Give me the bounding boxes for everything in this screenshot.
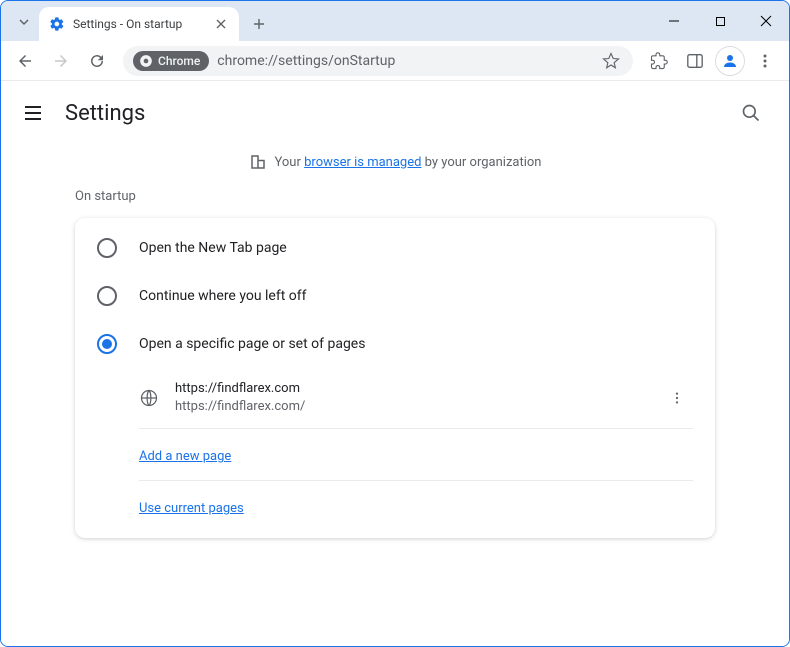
bookmark-button[interactable]: [599, 49, 623, 73]
page-title: Settings: [65, 101, 145, 126]
address-bar[interactable]: Chrome chrome://settings/onStartup: [123, 46, 633, 76]
back-button[interactable]: [9, 45, 41, 77]
forward-button[interactable]: [45, 45, 77, 77]
window-titlebar: Settings - On startup: [1, 1, 789, 41]
radio-label: Open a specific page or set of pages: [139, 336, 365, 352]
new-tab-button[interactable]: [245, 10, 273, 38]
search-settings-button[interactable]: [733, 95, 769, 131]
page-actions-button[interactable]: [661, 382, 693, 414]
close-window-button[interactable]: [743, 1, 789, 41]
site-chip-label: Chrome: [158, 54, 200, 68]
menu-button[interactable]: [21, 101, 45, 125]
extensions-button[interactable]: [643, 45, 675, 77]
close-icon: [216, 19, 226, 29]
close-icon: [760, 15, 772, 27]
site-chip: Chrome: [133, 51, 209, 71]
radio-icon: [97, 286, 117, 306]
arrow-right-icon: [52, 52, 70, 70]
tab-title: Settings - On startup: [73, 17, 205, 31]
star-icon: [602, 52, 620, 70]
reload-icon: [88, 52, 106, 70]
radio-option-newtab[interactable]: Open the New Tab page: [75, 224, 715, 272]
divider-icon: [686, 52, 704, 70]
browser-menu-button[interactable]: [749, 45, 781, 77]
browser-tab[interactable]: Settings - On startup: [39, 7, 239, 41]
chrome-icon: [139, 54, 153, 68]
url-text: chrome://settings/onStartup: [217, 53, 591, 69]
tab-close-button[interactable]: [213, 16, 229, 32]
plus-icon: [253, 18, 265, 30]
page-url-text: https://findflarex.com/: [175, 398, 645, 416]
startup-card: Open the New Tab page Continue where you…: [75, 218, 715, 538]
tabs-dropdown-button[interactable]: [9, 7, 39, 37]
reload-button[interactable]: [81, 45, 113, 77]
globe-icon: [139, 388, 159, 408]
domain-icon: [249, 153, 267, 171]
chevron-down-icon: [18, 16, 30, 28]
minimize-button[interactable]: [651, 1, 697, 41]
maximize-icon: [715, 16, 726, 27]
side-panel-button[interactable]: [679, 45, 711, 77]
dots-vertical-icon: [670, 391, 684, 405]
window-controls: [651, 1, 789, 41]
page-title-text: https://findflarex.com: [175, 380, 645, 398]
managed-banner: Your browser is managed by your organiza…: [1, 145, 789, 189]
use-current-pages-link[interactable]: Use current pages: [139, 501, 244, 516]
startup-page-row: https://findflarex.com https://findflare…: [139, 368, 693, 429]
dots-vertical-icon: [757, 53, 773, 69]
browser-toolbar: Chrome chrome://settings/onStartup: [1, 41, 789, 81]
radio-label: Continue where you left off: [139, 288, 307, 304]
managed-link[interactable]: browser is managed: [304, 155, 421, 170]
arrow-left-icon: [16, 52, 34, 70]
section-title: On startup: [75, 189, 715, 204]
radio-icon-selected: [97, 334, 117, 354]
hamburger-icon: [23, 103, 43, 123]
banner-suffix: by your organization: [421, 155, 541, 170]
radio-label: Open the New Tab page: [139, 240, 287, 256]
radio-option-specific[interactable]: Open a specific page or set of pages: [75, 320, 715, 368]
settings-header: Settings: [1, 81, 789, 145]
profile-button[interactable]: [715, 46, 745, 76]
person-icon: [721, 52, 739, 70]
radio-option-continue[interactable]: Continue where you left off: [75, 272, 715, 320]
maximize-button[interactable]: [697, 1, 743, 41]
add-new-page-link[interactable]: Add a new page: [139, 449, 231, 464]
search-icon: [741, 103, 761, 123]
gear-icon: [49, 16, 65, 32]
puzzle-icon: [650, 52, 668, 70]
banner-prefix: Your: [275, 155, 305, 170]
radio-icon: [97, 238, 117, 258]
settings-page: Settings Your browser is managed by your…: [1, 81, 789, 646]
minimize-icon: [668, 15, 680, 27]
